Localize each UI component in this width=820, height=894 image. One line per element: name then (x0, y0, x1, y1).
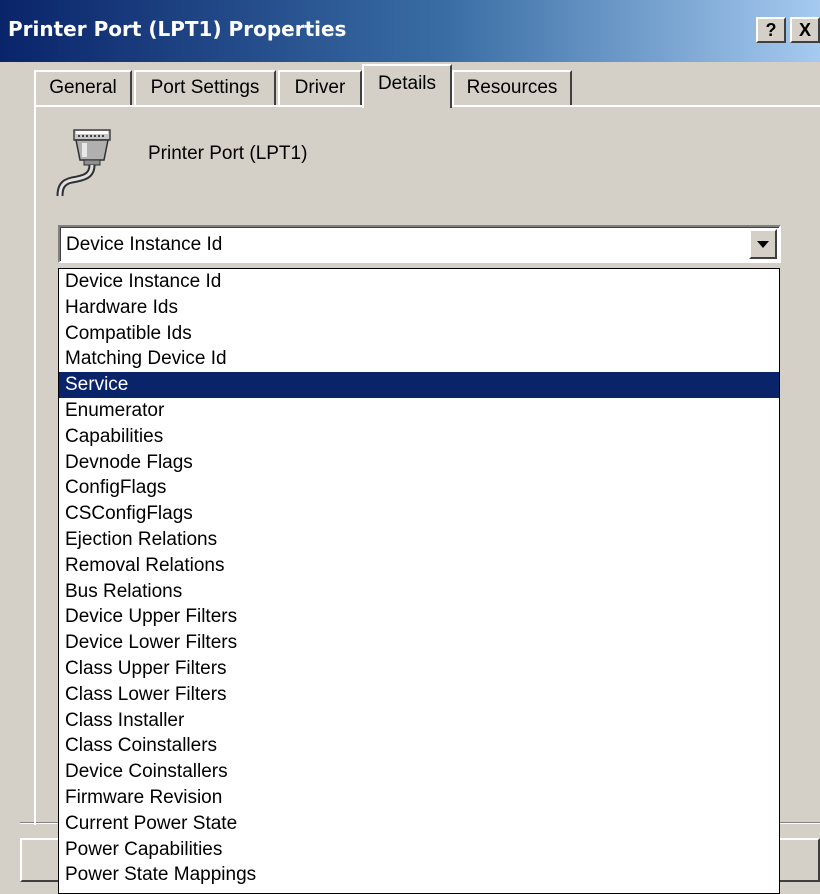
dropdown-option[interactable]: Power Capabilities (59, 837, 779, 863)
dropdown-option[interactable]: ConfigFlags (59, 475, 779, 501)
device-name: Printer Port (LPT1) (148, 143, 308, 164)
tab-driver[interactable]: Driver (278, 70, 362, 106)
tab-details[interactable]: Details (362, 64, 452, 108)
dropdown-option[interactable]: Firmware Revision (59, 785, 779, 811)
dropdown-option[interactable]: Compatible Ids (59, 321, 779, 347)
dropdown-options: Device Instance Id Hardware Ids Compatible… (59, 269, 779, 888)
close-button[interactable]: X (790, 17, 820, 43)
parallel-port-icon (54, 126, 124, 203)
dropdown-option[interactable]: Capabilities (59, 424, 779, 450)
dropdown-option[interactable]: Bus Relations (59, 579, 779, 605)
title-bar[interactable]: Printer Port (LPT1) Properties ? X (0, 0, 820, 62)
dropdown-option[interactable]: Device Instance Id (59, 269, 779, 295)
footer-button-right[interactable] (778, 838, 820, 882)
chevron-down-icon (757, 241, 769, 248)
dropdown-option[interactable]: Class Lower Filters (59, 682, 779, 708)
dropdown-option[interactable]: CSConfigFlags (59, 501, 779, 527)
property-select[interactable]: Device Instance Id (58, 225, 781, 263)
property-dropdown-list[interactable]: Device Instance Id Hardware Ids Compatible… (58, 268, 780, 894)
dropdown-option[interactable]: Device Upper Filters (59, 604, 779, 630)
tab-resources[interactable]: Resources (452, 70, 572, 106)
help-button[interactable]: ? (756, 17, 786, 43)
dropdown-option[interactable]: Ejection Relations (59, 527, 779, 553)
property-select-value: Device Instance Id (66, 234, 223, 255)
dropdown-option[interactable]: Hardware Ids (59, 295, 779, 321)
dropdown-option[interactable]: Power State Mappings (59, 862, 779, 888)
dropdown-option[interactable]: Class Coinstallers (59, 733, 779, 759)
dropdown-option[interactable]: Class Upper Filters (59, 656, 779, 682)
dropdown-option[interactable]: Device Coinstallers (59, 759, 779, 785)
window-title: Printer Port (LPT1) Properties (8, 17, 347, 41)
tab-general[interactable]: General (34, 70, 132, 106)
footer-button-left[interactable] (20, 838, 60, 882)
tab-port-settings[interactable]: Port Settings (134, 70, 276, 106)
dropdown-option[interactable]: Class Installer (59, 708, 779, 734)
dropdown-option[interactable]: Devnode Flags (59, 450, 779, 476)
dropdown-option[interactable]: Removal Relations (59, 553, 779, 579)
dropdown-button[interactable] (749, 229, 777, 259)
dropdown-option[interactable]: Matching Device Id (59, 346, 779, 372)
dropdown-option[interactable]: Service (59, 372, 779, 398)
dropdown-option[interactable]: Current Power State (59, 811, 779, 837)
dropdown-option[interactable]: Enumerator (59, 398, 779, 424)
dropdown-option[interactable]: Device Lower Filters (59, 630, 779, 656)
